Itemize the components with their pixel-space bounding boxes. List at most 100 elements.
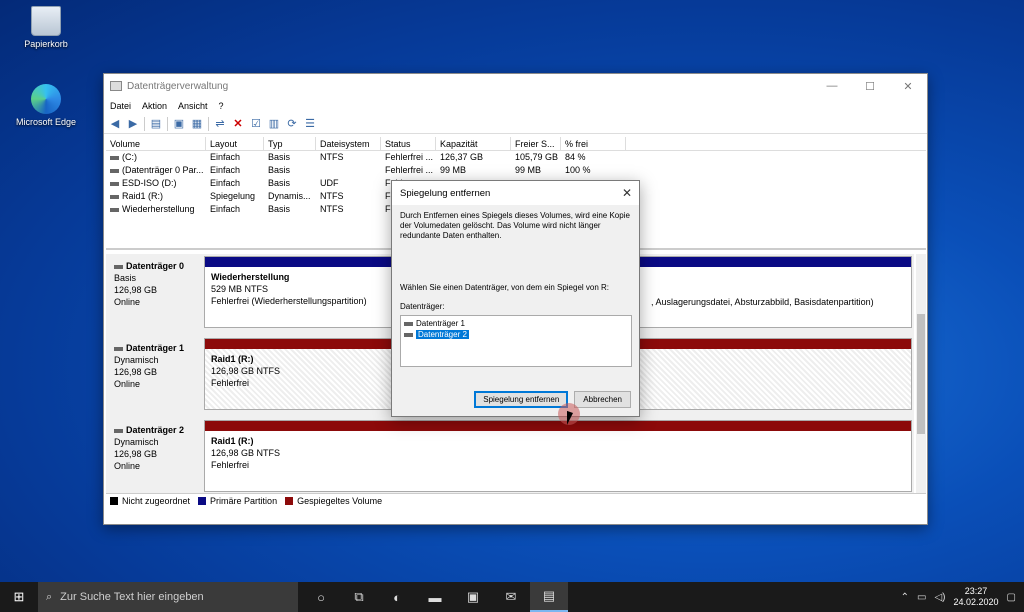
desktop-icon-edge[interactable]: Microsoft Edge <box>14 84 78 127</box>
file-explorer-icon[interactable]: ▬ <box>416 582 454 612</box>
cell: Einfach <box>210 165 241 175</box>
dialog-close-icon[interactable]: ✕ <box>615 186 639 200</box>
cell: Einfach <box>210 152 241 162</box>
volume-icon <box>110 181 119 186</box>
clock-time: 23:27 <box>964 586 988 596</box>
cell: 105,79 GB <box>515 152 559 162</box>
check-icon[interactable]: ☑ <box>249 117 263 131</box>
table-row[interactable]: (C:) Einfach Basis NTFS Fehlerfrei ... 1… <box>106 151 926 164</box>
search-placeholder: Zur Suche Text hier eingeben <box>60 591 204 603</box>
dialog-description: Durch Entfernen eines Spiegels dieses Vo… <box>400 211 630 240</box>
refresh-icon[interactable]: ⟳ <box>285 117 299 131</box>
table-row[interactable]: (Datenträger 0 Par... Einfach Basis Fehl… <box>106 164 926 177</box>
disk-management-taskbar-icon[interactable]: ▤ <box>530 582 568 612</box>
cell: NTFS <box>320 204 344 214</box>
menu-ansicht[interactable]: Ansicht <box>178 101 208 111</box>
volume-list-header: Volume Layout Typ Dateisystem Status Kap… <box>106 137 926 151</box>
toolbar-separator <box>144 116 145 131</box>
disk-state: Online <box>114 461 141 471</box>
cell: NTFS <box>320 191 344 201</box>
maximize-button[interactable]: ☐ <box>851 80 889 93</box>
partition-name: Raid1 (R:) <box>211 436 254 446</box>
help-icon[interactable]: ▣ <box>172 117 186 131</box>
recycle-bin-icon <box>31 6 61 36</box>
chevron-up-icon[interactable]: ⌃ <box>901 592 909 603</box>
disk-icon <box>404 321 413 326</box>
back-icon[interactable]: ◀ <box>108 117 122 131</box>
network-icon[interactable]: ▭ <box>917 592 926 603</box>
menu-aktion[interactable]: Aktion <box>142 101 167 111</box>
disk-info[interactable]: Datenträger 1 Dynamisch 126,98 GB Online <box>108 338 203 412</box>
disk-name: Datenträger 1 <box>126 343 185 353</box>
toolbar-separator <box>167 116 168 131</box>
desktop-icon-label: Papierkorb <box>24 39 68 49</box>
disk-icon <box>114 428 123 433</box>
disk-type: Dynamisch <box>114 437 159 447</box>
volume-icon[interactable]: ◁) <box>934 592 945 603</box>
column-header[interactable]: Volume <box>106 137 206 150</box>
disk-list-label: Datenträger: <box>400 302 445 311</box>
cell: 99 MB <box>440 165 467 175</box>
clock-date: 24.02.2020 <box>953 597 999 607</box>
clock[interactable]: 23:27 24.02.2020 <box>954 586 999 608</box>
list-item[interactable]: Datenträger 1 <box>404 318 628 329</box>
cell: 99 MB <box>515 165 542 175</box>
notification-icon[interactable]: ▢ <box>1007 592 1016 603</box>
disk-name: Datenträger 0 <box>126 261 185 271</box>
minimize-button[interactable]: — <box>813 80 851 92</box>
column-header[interactable]: Kapazität <box>436 137 511 150</box>
console-tree-icon[interactable]: ▤ <box>149 117 163 131</box>
cell: UDF <box>320 178 339 188</box>
start-button[interactable]: ⊞ <box>0 582 38 612</box>
cortana-icon[interactable]: ○ <box>302 582 340 612</box>
cell: Basis <box>268 152 291 162</box>
connect-icon[interactable]: ⇌ <box>213 117 227 131</box>
cell: Raid1 (R:) <box>122 191 164 201</box>
partition[interactable]: Raid1 (R:) 126,98 GB NTFS Fehlerfrei <box>204 420 912 492</box>
list-item-selected[interactable]: Datenträger 2 <box>404 329 628 340</box>
menu-datei[interactable]: Datei <box>110 101 131 111</box>
properties-icon[interactable]: ▥ <box>267 117 281 131</box>
legend-label: Gespiegeltes Volume <box>297 495 383 506</box>
cell: (Datenträger 0 Par... <box>122 165 204 175</box>
cancel-button[interactable]: Abbrechen <box>574 391 631 408</box>
disk-size: 126,98 GB <box>114 449 158 459</box>
mail-icon[interactable]: ✉ <box>492 582 530 612</box>
column-header[interactable]: Dateisystem <box>316 137 381 150</box>
view-icon[interactable]: ▦ <box>190 117 204 131</box>
delete-icon[interactable]: ✕ <box>231 117 245 131</box>
column-header[interactable]: Status <box>381 137 436 150</box>
remove-mirror-button[interactable]: Spiegelung entfernen <box>474 391 569 408</box>
volume-icon <box>110 155 119 160</box>
scrollbar-thumb[interactable] <box>917 314 925 434</box>
column-header[interactable]: Layout <box>206 137 264 150</box>
close-button[interactable]: ✕ <box>889 80 927 93</box>
column-header[interactable]: Freier S... <box>511 137 561 150</box>
cell: Wiederherstellung <box>122 204 195 214</box>
disk-name: Datenträger 2 <box>126 425 185 435</box>
window-titlebar[interactable]: Datenträgerverwaltung — ☐ ✕ <box>104 74 927 98</box>
list-icon[interactable]: ☰ <box>303 117 317 131</box>
column-header[interactable]: % frei <box>561 137 626 150</box>
forward-icon[interactable]: ▶ <box>126 117 140 131</box>
disk-listbox[interactable]: Datenträger 1 Datenträger 2 <box>400 315 632 367</box>
legend-label: Primäre Partition <box>210 495 278 506</box>
disk-info[interactable]: Datenträger 0 Basis 126,98 GB Online <box>108 256 203 330</box>
store-icon[interactable]: ▣ <box>454 582 492 612</box>
disk-view-scrollbar[interactable] <box>916 254 926 494</box>
disk-type: Basis <box>114 273 137 283</box>
legend-swatch <box>110 496 118 505</box>
cell: Einfach <box>210 204 241 214</box>
column-header[interactable]: Typ <box>264 137 316 150</box>
window-title: Datenträgerverwaltung <box>127 80 229 92</box>
task-view-icon[interactable]: ⧉ <box>340 582 378 612</box>
partition-size: 126,98 GB NTFS <box>211 448 281 458</box>
edge-taskbar-icon[interactable]: ◐ <box>378 582 416 612</box>
menu-help[interactable]: ? <box>219 101 224 111</box>
desktop-icon-recycle-bin[interactable]: Papierkorb <box>14 6 78 49</box>
disk-size: 126,98 GB <box>114 367 158 377</box>
dialog-titlebar[interactable]: Spiegelung entfernen ✕ <box>392 181 639 205</box>
disk-info[interactable]: Datenträger 2 Dynamisch 126,98 GB Online <box>108 420 203 494</box>
taskbar-search[interactable]: ⌕ Zur Suche Text hier eingeben <box>38 582 298 612</box>
toolbar-separator <box>208 116 209 131</box>
